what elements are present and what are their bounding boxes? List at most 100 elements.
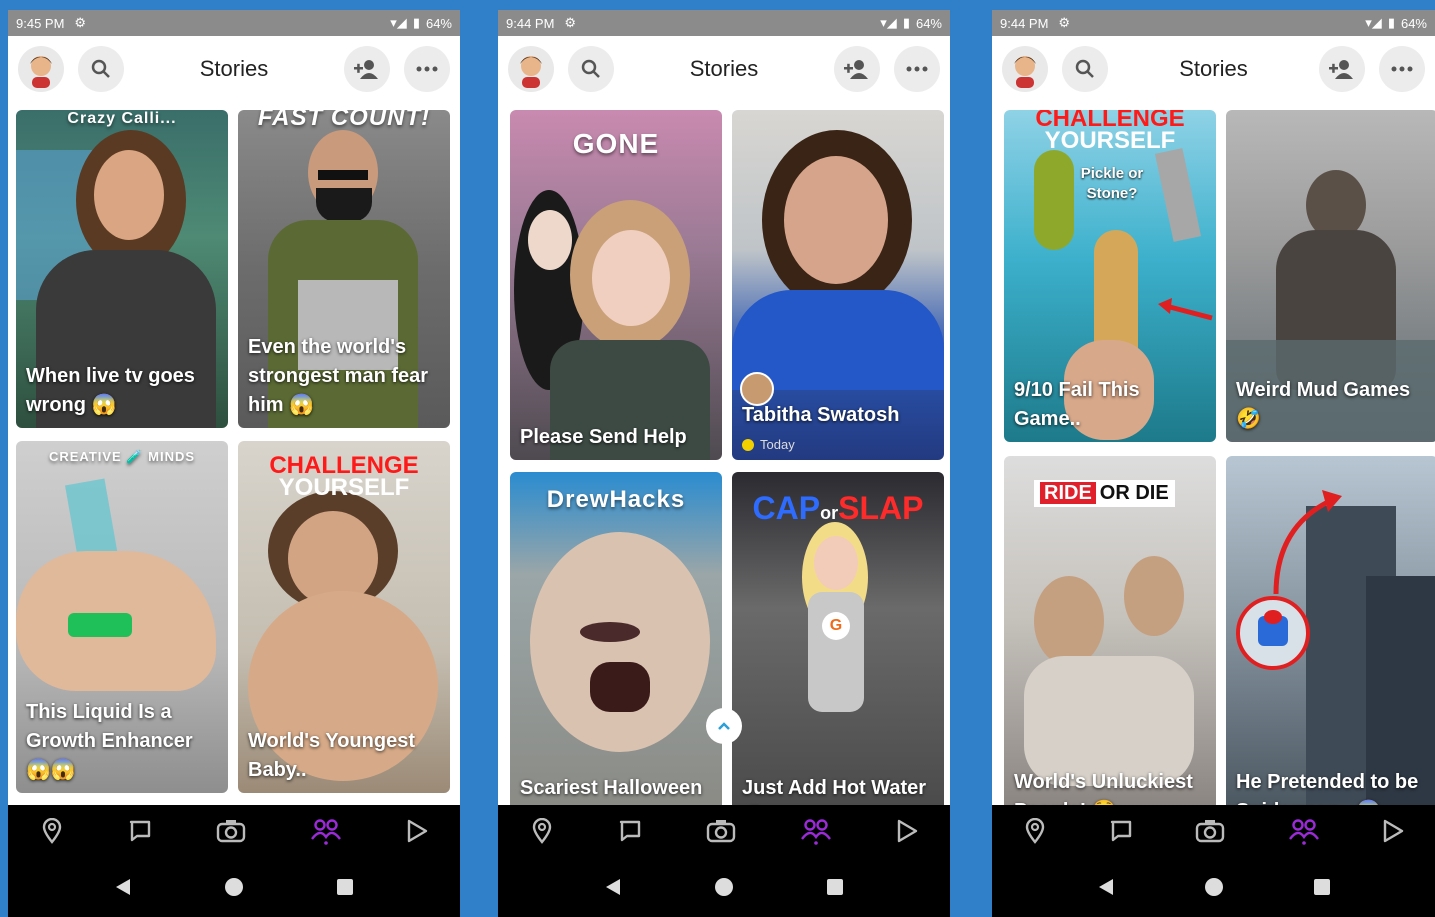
recents-icon[interactable] <box>826 878 844 896</box>
settings-gear-icon: ⚙ <box>1058 15 1071 30</box>
slap-text: SLAP <box>838 490 924 526</box>
stories-icon[interactable] <box>310 817 342 845</box>
cap-or-slap-overlay: CAPorSLAP <box>732 490 944 527</box>
add-friend-button[interactable] <box>1319 46 1365 92</box>
battery-icon: ▮ <box>1387 15 1395 30</box>
add-friend-button[interactable] <box>834 46 880 92</box>
home-icon[interactable] <box>1204 877 1224 897</box>
story-caption: Just Add Hot Water 😱 <box>742 777 927 799</box>
battery-level: 64% <box>425 15 452 31</box>
bottom-nav <box>498 805 950 857</box>
search-button[interactable] <box>78 46 124 92</box>
more-button[interactable] <box>404 46 450 92</box>
system-nav-bar <box>8 857 460 917</box>
story-card[interactable]: Tabitha Swatosh Today <box>732 110 944 460</box>
story-card[interactable]: DrewHacks Scariest Halloween Mask <box>510 472 722 805</box>
cap-text: CAP <box>752 490 821 526</box>
phone-screen-2: 9:44 PM ⚙ ▾◢ ▮ 64% Stories GONE Please S… <box>498 10 950 917</box>
gatorade-logo-icon: G <box>822 612 850 640</box>
stories-icon[interactable] <box>800 817 832 845</box>
spiderman-highlight-circle <box>1236 596 1310 670</box>
more-button[interactable] <box>894 46 940 92</box>
stories-icon[interactable] <box>1288 817 1320 845</box>
more-icon <box>416 66 438 72</box>
story-card[interactable]: CREATIVE 🧪 MINDS This Liquid Is a Growth… <box>16 441 228 793</box>
phone-screen-1: 9:45 PM ⚙ ▾◢ ▮ 64% Stories Crazy Calli..… <box>8 10 460 917</box>
status-bar: 9:45 PM ⚙ ▾◢ ▮ 64% <box>8 10 460 36</box>
signal-icon: ▾◢ <box>390 15 407 30</box>
chat-icon[interactable] <box>1109 819 1133 843</box>
spotlight-icon[interactable] <box>1382 819 1404 843</box>
story-card[interactable]: CHALLENGE YOURSELF World's Youngest Baby… <box>238 441 450 793</box>
red-arrow-icon <box>1158 298 1213 321</box>
stories-grid: CHALLENGE YOURSELF Pickle or Stone? 9/10… <box>992 110 1435 805</box>
story-caption: Please Send Help <box>520 426 687 448</box>
story-caption: World's Youngest Baby.. <box>248 730 415 781</box>
ride-text: RIDE <box>1040 482 1096 504</box>
story-card[interactable]: Weird Mud Games 🤣 <box>1226 110 1435 442</box>
story-caption-text: Tabitha Swatosh <box>742 404 900 426</box>
spotlight-icon[interactable] <box>896 819 918 843</box>
bitmoji-avatar[interactable] <box>18 46 64 92</box>
add-friend-icon <box>354 60 378 79</box>
scroll-up-button[interactable] <box>706 708 742 744</box>
bitmoji-avatar[interactable] <box>1002 46 1048 92</box>
story-card[interactable]: G CAPorSLAP Just Add Hot Water 😱 <box>732 472 944 805</box>
story-card[interactable]: RIDEOR DIE World's Unluckiest People! 😳 <box>1004 456 1216 805</box>
add-friend-button[interactable] <box>344 46 390 92</box>
recents-icon[interactable] <box>336 878 354 896</box>
camera-icon[interactable] <box>1195 819 1225 843</box>
story-caption: This Liquid Is a Growth Enhancer 😱😱 <box>26 701 193 781</box>
settings-gear-icon: ⚙ <box>74 15 87 30</box>
map-icon[interactable] <box>1023 818 1047 844</box>
bottom-nav <box>8 805 460 857</box>
add-friend-icon <box>1329 60 1353 79</box>
story-overlay-text: DrewHacks <box>546 486 686 513</box>
story-caption: He Pretended to be Spiderman.. 😱 <box>1236 771 1419 805</box>
map-icon[interactable] <box>530 818 554 844</box>
search-icon <box>91 59 110 78</box>
more-button[interactable] <box>1379 46 1425 92</box>
story-card[interactable]: CHALLENGE YOURSELF Pickle or Stone? 9/10… <box>1004 110 1216 442</box>
stories-header: Stories <box>8 36 460 102</box>
camera-icon[interactable] <box>216 819 246 843</box>
story-caption: Scariest Halloween Mask <box>520 777 703 799</box>
system-nav-bar <box>992 857 1435 917</box>
bitmoji-avatar[interactable] <box>508 46 554 92</box>
story-overlay-text: CREATIVE 🧪 MINDS <box>48 449 196 464</box>
snap-star-icon <box>742 438 754 451</box>
search-button[interactable] <box>1062 46 1108 92</box>
search-icon <box>581 59 600 78</box>
home-icon[interactable] <box>714 877 734 897</box>
stories-header: Stories <box>992 36 1435 102</box>
spotlight-icon[interactable] <box>406 819 428 843</box>
story-card[interactable]: Crazy Calli... When live tv goes wrong 😱 <box>16 110 228 428</box>
story-card[interactable]: FAST COUNT! Even the world's strongest m… <box>238 110 450 428</box>
status-bar: 9:44 PM ⚙ ▾◢ ▮ 64% <box>992 10 1435 36</box>
story-caption: 9/10 Fail This Game.. <box>1014 379 1140 430</box>
chat-icon[interactable] <box>128 819 152 843</box>
status-bar: 9:44 PM ⚙ ▾◢ ▮ 64% <box>498 10 950 36</box>
story-card[interactable]: GONE Please Send Help <box>510 110 722 460</box>
story-caption: Tabitha Swatosh <box>742 401 936 430</box>
recents-icon[interactable] <box>1313 878 1331 896</box>
status-time: 9:44 PM <box>506 15 555 31</box>
camera-icon[interactable] <box>706 819 736 843</box>
back-icon[interactable] <box>114 877 132 897</box>
back-icon[interactable] <box>1097 877 1115 897</box>
search-button[interactable] <box>568 46 614 92</box>
stories-header: Stories <box>498 36 950 102</box>
story-card[interactable]: He Pretended to be Spiderman.. 😱 <box>1226 456 1435 805</box>
story-caption: When live tv goes wrong 😱 <box>26 365 195 416</box>
bottom-nav <box>992 805 1435 857</box>
more-icon <box>1391 66 1413 72</box>
home-icon[interactable] <box>224 877 244 897</box>
story-caption: World's Unluckiest People! 😳 <box>1014 771 1193 805</box>
challenge-overlay: CHALLENGE YOURSELF <box>238 454 450 500</box>
signal-icon: ▾◢ <box>880 15 897 30</box>
map-icon[interactable] <box>40 818 64 844</box>
status-time: 9:45 PM <box>16 15 65 31</box>
status-time: 9:44 PM <box>1000 15 1049 31</box>
back-icon[interactable] <box>604 877 622 897</box>
chat-icon[interactable] <box>618 819 642 843</box>
